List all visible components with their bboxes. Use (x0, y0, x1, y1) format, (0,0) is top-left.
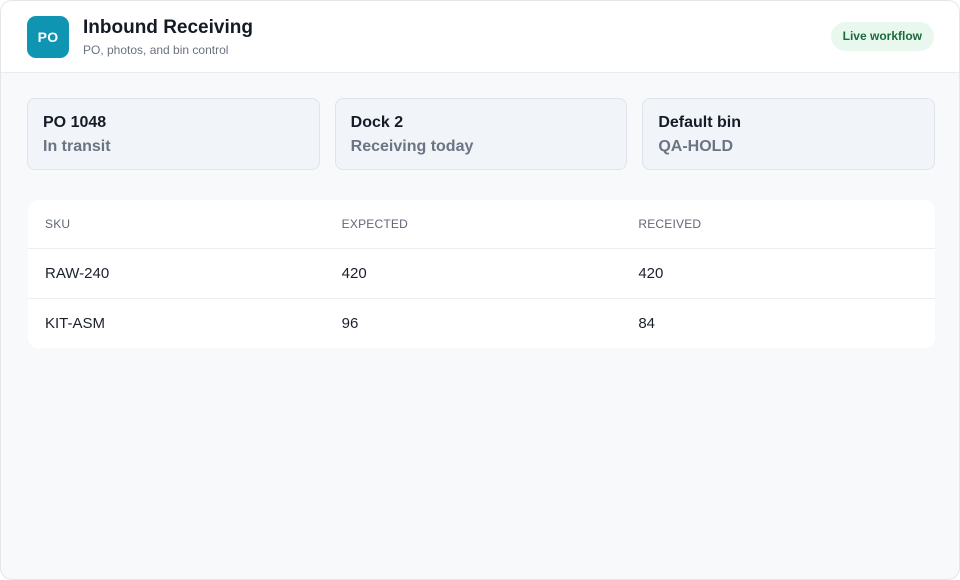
page-title: Inbound Receiving (83, 16, 253, 38)
app-logo: PO (27, 15, 69, 58)
column-header-received[interactable]: RECEIVED (638, 217, 935, 231)
card-value: In transit (43, 138, 111, 155)
bin-card[interactable]: Default bin QA-HOLD (642, 98, 936, 170)
card-value: Receiving today (350, 138, 474, 155)
table-row[interactable]: KIT-ASM 96 84 (28, 298, 935, 348)
received-cell: 84 (638, 315, 656, 332)
expected-cell: 96 (341, 315, 359, 332)
table-header-row: SKU EXPECTED RECEIVED (28, 200, 935, 248)
card-title: Dock 2 (350, 114, 404, 131)
po-card[interactable]: PO 1048 In transit (27, 98, 320, 170)
sku-cell: KIT-ASM (45, 315, 106, 332)
summary-cards: PO 1048 In transit Dock 2 Receiving toda… (27, 98, 936, 170)
sku-cell: RAW-240 (45, 265, 110, 282)
table-row[interactable]: RAW-240 420 420 (28, 248, 935, 298)
receiving-table: SKU EXPECTED RECEIVED RAW-240 420 420 KI… (28, 200, 935, 348)
status-badge: Live workflow (830, 22, 934, 51)
column-header-expected[interactable]: EXPECTED (342, 217, 639, 231)
page-subtitle: PO, photos, and bin control (83, 42, 229, 57)
expected-cell: 420 (341, 265, 367, 282)
dock-card[interactable]: Dock 2 Receiving today (334, 98, 628, 170)
card-value: QA-HOLD (658, 138, 733, 155)
received-cell: 420 (638, 265, 664, 282)
app-window: PO Inbound Receiving PO, photos, and bin… (0, 0, 960, 580)
title-block: Inbound Receiving PO, photos, and bin co… (83, 17, 253, 57)
card-title: PO 1048 (43, 114, 107, 131)
header: PO Inbound Receiving PO, photos, and bin… (1, 1, 959, 73)
card-title: Default bin (658, 114, 742, 131)
column-header-sku[interactable]: SKU (45, 217, 342, 231)
